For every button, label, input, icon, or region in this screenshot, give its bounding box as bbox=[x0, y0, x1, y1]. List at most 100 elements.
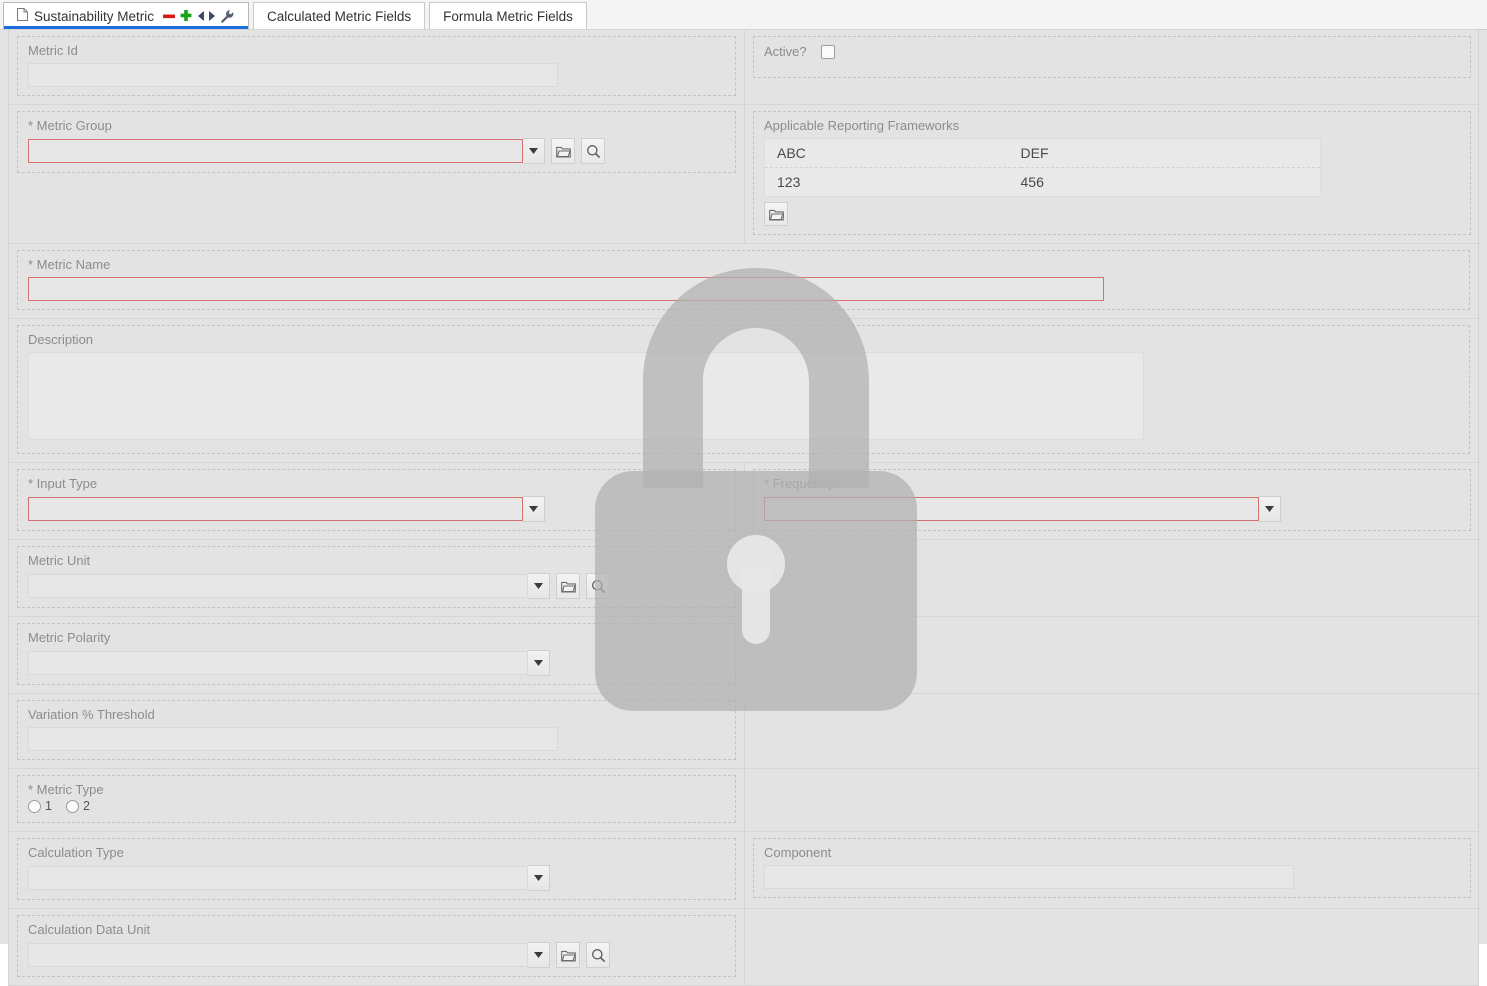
page-body: Metric Id Active? * Metric Group bbox=[0, 30, 1487, 944]
metric-unit-folder-icon[interactable] bbox=[556, 573, 580, 599]
add-icon[interactable] bbox=[179, 9, 193, 23]
frameworks-table: ABC DEF 123 456 bbox=[764, 138, 1321, 197]
column-right: Active? bbox=[744, 30, 1479, 104]
metric-id-label: Metric Id bbox=[28, 43, 725, 58]
frequency-chevron-down-icon[interactable] bbox=[1259, 496, 1281, 522]
active-checkbox[interactable] bbox=[821, 45, 835, 59]
metric-group-folder-icon[interactable] bbox=[551, 138, 575, 164]
column-left: Calculation Type bbox=[9, 832, 744, 908]
metric-unit-label: Metric Unit bbox=[28, 553, 725, 568]
metric-unit-search-icon[interactable] bbox=[586, 573, 610, 599]
metric-group-search-icon[interactable] bbox=[581, 138, 605, 164]
tools-icon[interactable] bbox=[220, 9, 235, 24]
variation-threshold-label: Variation % Threshold bbox=[28, 707, 725, 722]
field-component: Component bbox=[753, 838, 1471, 898]
section-input-type-frequency: * Input Type * Frequency bbox=[9, 462, 1478, 540]
section-metric-polarity: Metric Polarity bbox=[9, 616, 1478, 694]
variation-threshold-input[interactable] bbox=[28, 727, 558, 751]
metric-name-label: * Metric Name bbox=[28, 257, 1459, 272]
field-metric-name: * Metric Name bbox=[17, 250, 1470, 310]
metric-name-input[interactable] bbox=[28, 277, 1104, 301]
column-right bbox=[744, 694, 1479, 768]
calculation-data-unit-input[interactable] bbox=[28, 943, 528, 967]
calculation-type-input[interactable] bbox=[28, 866, 528, 890]
metric-group-chevron-down-icon[interactable] bbox=[523, 138, 545, 164]
metric-unit-chevron-down-icon[interactable] bbox=[528, 573, 550, 599]
tab-calculated-metric-fields[interactable]: Calculated Metric Fields bbox=[253, 2, 425, 29]
column-left: Metric Unit bbox=[9, 540, 744, 616]
field-calculation-type: Calculation Type bbox=[17, 838, 736, 900]
column-right bbox=[744, 909, 1479, 985]
cell-1: 123 bbox=[765, 168, 1021, 197]
frameworks-label: Applicable Reporting Frameworks bbox=[764, 118, 1460, 133]
input-type-label: * Input Type bbox=[28, 476, 725, 491]
calculation-data-unit-chevron-down-icon[interactable] bbox=[528, 942, 550, 968]
section-description: Description bbox=[9, 318, 1478, 463]
field-active: Active? bbox=[753, 36, 1471, 78]
column-right: Applicable Reporting Frameworks ABC DEF … bbox=[744, 105, 1479, 243]
previous-icon[interactable] bbox=[196, 9, 205, 23]
metric-type-radio-1-label: 1 bbox=[45, 799, 52, 813]
column-left: Variation % Threshold bbox=[9, 694, 744, 768]
field-calculation-data-unit: Calculation Data Unit bbox=[17, 915, 736, 977]
metric-form: Metric Id Active? * Metric Group bbox=[8, 29, 1479, 986]
description-label: Description bbox=[28, 332, 1459, 347]
document-icon bbox=[17, 8, 28, 24]
section-metric-id: Metric Id Active? bbox=[9, 29, 1478, 105]
calculation-data-unit-search-icon[interactable] bbox=[586, 942, 610, 968]
remove-icon[interactable] bbox=[162, 9, 176, 23]
column-right bbox=[744, 769, 1479, 831]
field-metric-unit: Metric Unit bbox=[17, 546, 736, 608]
component-input[interactable] bbox=[764, 865, 1294, 889]
metric-polarity-chevron-down-icon[interactable] bbox=[528, 650, 550, 676]
column-full: * Metric Name bbox=[9, 244, 1478, 318]
tab-sustainability-metric[interactable]: Sustainability Metric bbox=[3, 2, 249, 29]
column-right: * Frequency bbox=[744, 463, 1479, 539]
column-left: * Input Type bbox=[9, 463, 744, 539]
field-metric-polarity: Metric Polarity bbox=[17, 623, 736, 685]
component-label: Component bbox=[764, 845, 1460, 860]
cell-2: 456 bbox=[1021, 168, 1321, 197]
next-icon[interactable] bbox=[208, 9, 217, 23]
input-type-chevron-down-icon[interactable] bbox=[523, 496, 545, 522]
tab-label: Sustainability Metric bbox=[34, 9, 154, 24]
tab-formula-metric-fields[interactable]: Formula Metric Fields bbox=[429, 2, 587, 29]
metric-unit-input[interactable] bbox=[28, 574, 528, 598]
column-right bbox=[744, 617, 1479, 693]
frameworks-folder-icon[interactable] bbox=[764, 202, 788, 226]
calculation-type-label: Calculation Type bbox=[28, 845, 725, 860]
column-left: * Metric Group bbox=[9, 105, 744, 243]
description-textarea[interactable] bbox=[28, 352, 1144, 440]
section-metric-unit: Metric Unit bbox=[9, 539, 1478, 617]
table-header-row: ABC DEF bbox=[765, 139, 1321, 168]
column-right bbox=[744, 540, 1479, 616]
field-applicable-reporting-frameworks: Applicable Reporting Frameworks ABC DEF … bbox=[753, 111, 1471, 235]
section-metric-name: * Metric Name bbox=[9, 243, 1478, 319]
calculation-data-unit-label: Calculation Data Unit bbox=[28, 922, 725, 937]
column-left: Metric Polarity bbox=[9, 617, 744, 693]
field-metric-id: Metric Id bbox=[17, 36, 736, 96]
section-variation-threshold: Variation % Threshold bbox=[9, 693, 1478, 769]
input-type-input[interactable] bbox=[28, 497, 523, 521]
field-frequency: * Frequency bbox=[753, 469, 1471, 531]
metric-type-radio-2[interactable] bbox=[66, 800, 79, 813]
calculation-type-chevron-down-icon[interactable] bbox=[528, 865, 550, 891]
tab-label: Formula Metric Fields bbox=[443, 9, 573, 24]
column-right: Component bbox=[744, 832, 1479, 908]
metric-type-radio-1[interactable] bbox=[28, 800, 41, 813]
field-input-type: * Input Type bbox=[17, 469, 736, 531]
metric-group-input[interactable] bbox=[28, 139, 523, 163]
column-header-1: ABC bbox=[765, 139, 1021, 168]
calculation-data-unit-folder-icon[interactable] bbox=[556, 942, 580, 968]
section-calculation-type: Calculation Type Component bbox=[9, 831, 1478, 909]
table-row[interactable]: 123 456 bbox=[765, 168, 1321, 197]
metric-polarity-input[interactable] bbox=[28, 651, 528, 675]
metric-id-input[interactable] bbox=[28, 63, 558, 87]
field-metric-type: * Metric Type 1 2 bbox=[17, 775, 736, 823]
field-description: Description bbox=[17, 325, 1470, 454]
active-label: Active? bbox=[764, 44, 807, 59]
section-calculation-data-unit: Calculation Data Unit bbox=[9, 908, 1478, 986]
column-left: Calculation Data Unit bbox=[9, 909, 744, 985]
frequency-input[interactable] bbox=[764, 497, 1259, 521]
field-variation-threshold: Variation % Threshold bbox=[17, 700, 736, 760]
